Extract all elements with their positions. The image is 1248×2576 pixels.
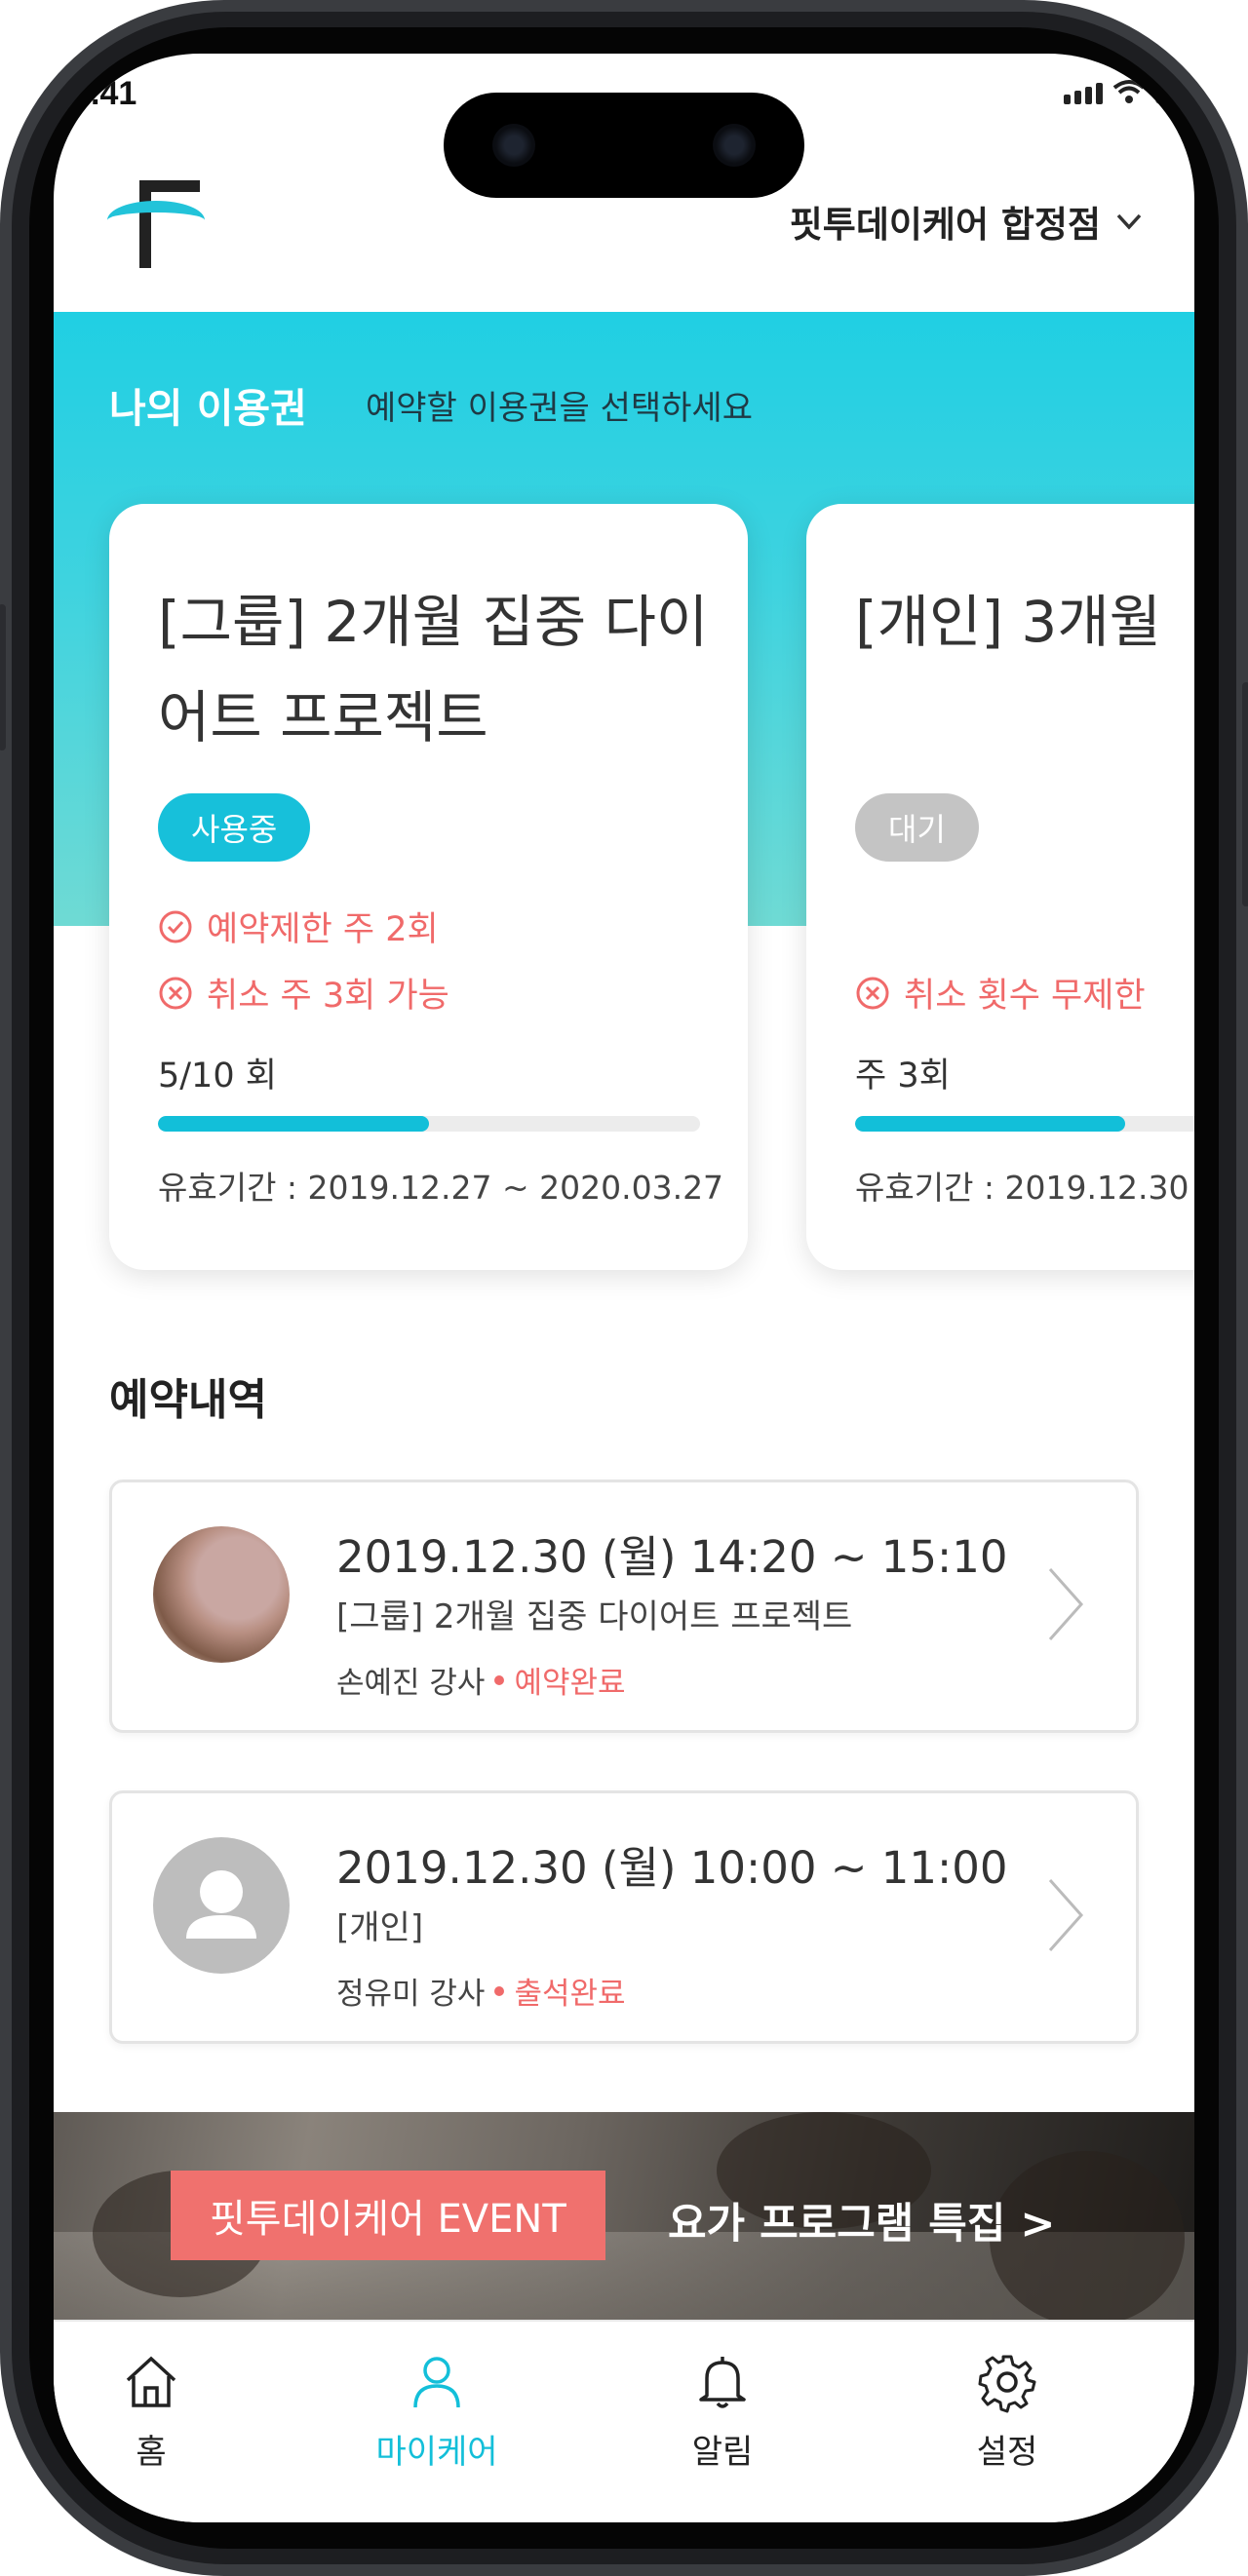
sensor-icon [713, 124, 756, 167]
pass-status-badge: 대기 [855, 793, 979, 862]
chevron-down-icon [1116, 213, 1142, 230]
tab-mycare[interactable]: 마이케어 [339, 2351, 534, 2473]
user-placeholder-icon [186, 1870, 256, 1939]
volume-button [0, 604, 6, 750]
status-dot [494, 1985, 505, 1996]
passes-subtitle: 예약할 이용권을 선택하세요 [366, 389, 753, 428]
x-circle-icon [159, 977, 192, 1009]
wifi-icon [1112, 80, 1146, 103]
pass-progress-bar [158, 1116, 700, 1132]
pass-rule: 취소 횟수 무제한 [855, 968, 1146, 1018]
home-icon [126, 2356, 176, 2407]
camera-icon [492, 124, 535, 167]
chevron-right-icon [1048, 1568, 1084, 1640]
event-tag: 핏투데이케어 EVENT [171, 2171, 605, 2260]
person-icon [413, 2357, 460, 2408]
gear-icon [978, 2355, 1036, 2413]
reservation-program: [개인] [336, 1908, 424, 1947]
passes-title: 나의 이용권 [109, 385, 307, 432]
status-icons [1064, 79, 1185, 104]
pass-rule-text: 예약제한 주 2회 [207, 910, 439, 949]
status-time: .41 [91, 75, 137, 112]
pass-rule-text: 취소 횟수 무제한 [904, 977, 1146, 1016]
phone-frame: .41 핏투데이케어 합정점 나의 이용권 예약할 이용권을 선택하세요 [그룹… [0, 0, 1248, 2576]
instructor-name: 손예진 강사 [336, 1666, 486, 1701]
pass-count: 주 3회 [855, 1057, 951, 1096]
battery-icon [1155, 81, 1185, 104]
tab-label: 홈 [136, 2433, 167, 2472]
reservation-status: 출석완료 [514, 1977, 626, 2012]
pass-card[interactable]: [그룹] 2개월 집중 다이어트 프로젝트 사용중 예약제한 주 2회 취소 주… [109, 504, 748, 1270]
status-dot [494, 1674, 505, 1685]
app-screen: .41 핏투데이케어 합정점 나의 이용권 예약할 이용권을 선택하세요 [그룹… [54, 54, 1194, 2522]
pass-rule: 예약제한 주 2회 [158, 902, 439, 951]
signal-icon [1064, 83, 1103, 104]
chevron-right-icon [1048, 1879, 1084, 1951]
event-link[interactable]: 요가 프로그램 특집 > [668, 2190, 1055, 2250]
tab-settings[interactable]: 설정 [910, 2351, 1105, 2473]
tab-notifications[interactable]: 알림 [625, 2351, 820, 2473]
reservation-datetime: 2019.12.30 (월) 14:20 ~ 15:10 [336, 1531, 1008, 1583]
tab-label: 설정 [976, 2433, 1038, 2472]
reservation-item[interactable]: 2019.12.30 (월) 10:00 ~ 11:00 [개인] 정유미 강사… [109, 1790, 1139, 2044]
pass-rule-text: 취소 주 3회 가능 [207, 977, 449, 1016]
x-circle-icon [856, 977, 889, 1009]
reservation-item[interactable]: 2019.12.30 (월) 14:20 ~ 15:10 [그룹] 2개월 집중… [109, 1480, 1139, 1733]
check-circle-icon [159, 910, 192, 942]
power-button [1242, 682, 1248, 906]
pass-progress-fill [855, 1116, 1126, 1132]
instructor-name: 정유미 강사 [336, 1977, 486, 2012]
branch-selector[interactable]: 핏투데이케어 합정점 [790, 195, 1144, 248]
instructor-avatar [153, 1526, 290, 1663]
pass-card[interactable]: [개인] 3개월 대기 취소 횟수 무제한 주 3회 유효기간 : 2019.1… [806, 504, 1194, 1270]
pass-rule: 취소 주 3회 가능 [158, 968, 449, 1018]
event-banner[interactable]: 핏투데이케어 EVENT 요가 프로그램 특집 > [54, 2112, 1194, 2320]
reservation-program: [그룹] 2개월 집중 다이어트 프로젝트 [336, 1597, 853, 1636]
tab-label: 알림 [691, 2433, 754, 2472]
pass-progress-fill [158, 1116, 429, 1132]
bell-icon [699, 2357, 746, 2408]
reservation-meta: 손예진 강사 예약완료 [336, 1658, 626, 1702]
bottom-tab-bar: 홈 마이케어 알림 설정 [54, 2320, 1194, 2522]
tab-label: 마이케어 [375, 2433, 498, 2472]
reservation-status: 예약완료 [514, 1666, 626, 1701]
tab-home[interactable]: 홈 [54, 2351, 249, 2473]
reservation-meta: 정유미 강사 출석완료 [336, 1969, 626, 2013]
pass-validity: 유효기간 : 2019.12.27 ~ 2020.03.27 [158, 1169, 724, 1207]
branch-name: 핏투데이케어 합정점 [789, 204, 1101, 246]
pass-validity: 유효기간 : 2019.12.30 ~ [855, 1169, 1194, 1207]
pass-title: [개인] 3개월 [855, 589, 1162, 655]
reservation-datetime: 2019.12.30 (월) 10:00 ~ 11:00 [336, 1842, 1008, 1894]
instructor-avatar [153, 1837, 290, 1974]
pass-progress-bar [855, 1116, 1194, 1132]
brand-logo[interactable] [107, 175, 205, 273]
pass-status-badge: 사용중 [158, 793, 311, 862]
pass-count: 5/10 회 [158, 1057, 277, 1096]
pass-title: [그룹] 2개월 집중 다이어트 프로젝트 [158, 589, 709, 750]
reservations-title: 예약내역 [109, 1375, 267, 1425]
dynamic-island [444, 93, 804, 198]
